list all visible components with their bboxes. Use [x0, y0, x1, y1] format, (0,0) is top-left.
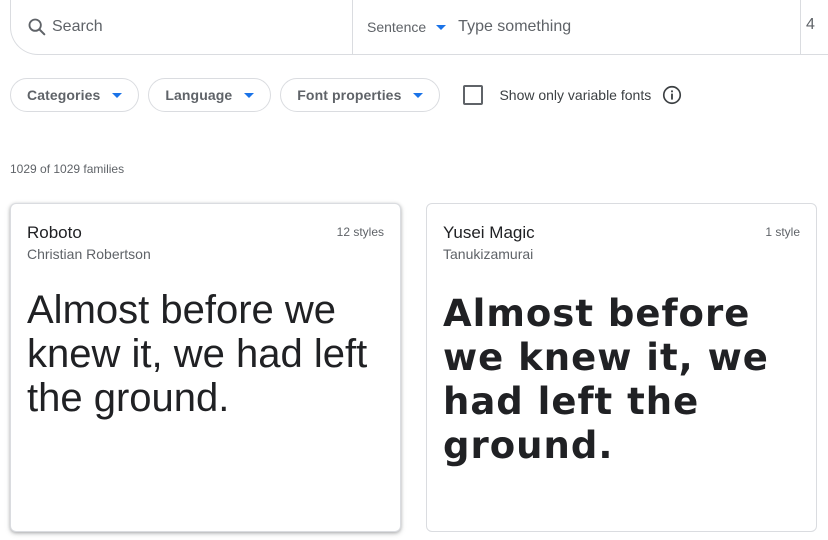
search-icon[interactable]	[26, 16, 48, 38]
font-designer: Christian Robertson	[27, 246, 151, 262]
categories-filter-chip[interactable]: Categories	[10, 78, 140, 112]
filter-bar: Categories Language Font properties Show…	[10, 78, 683, 112]
chip-label: Language	[165, 87, 233, 103]
caret-down-icon	[413, 92, 424, 98]
font-family-name: Roboto	[27, 223, 82, 242]
language-filter-chip[interactable]: Language	[148, 78, 272, 112]
preview-mode-dropdown[interactable]: Sentence	[367, 19, 447, 35]
variable-fonts-toggle[interactable]: Show only variable fonts	[463, 84, 683, 106]
caret-down-icon	[112, 92, 123, 98]
preview-mode-label: Sentence	[367, 19, 427, 35]
font-sample-text: Almost before we knew it, we had left th…	[443, 292, 769, 467]
variable-fonts-checkbox[interactable]	[463, 85, 484, 105]
font-family-name: Yusei Magic	[443, 223, 535, 242]
search-segment	[11, 0, 353, 54]
preview-segment: Sentence	[353, 0, 799, 54]
variable-fonts-label: Show only variable fonts	[499, 87, 652, 103]
results-count: 1029 of 1029 families	[10, 162, 125, 176]
font-properties-filter-chip[interactable]: Font properties	[280, 78, 441, 112]
chip-label: Font properties	[297, 87, 402, 103]
font-card[interactable]: Yusei Magic Tanukizamurai 1 style Almost…	[426, 203, 817, 532]
caret-down-icon	[436, 24, 447, 30]
font-size-icon[interactable]: 4	[806, 16, 815, 34]
preview-text-input[interactable]	[458, 18, 799, 36]
info-icon[interactable]	[661, 84, 683, 106]
search-input[interactable]	[52, 18, 332, 36]
caret-down-icon	[244, 92, 255, 98]
font-card[interactable]: Roboto Christian Robertson 12 styles Alm…	[10, 203, 401, 532]
font-style-count: 12 styles	[336, 225, 384, 239]
font-size-divider	[800, 0, 801, 55]
search-bar: Sentence	[10, 0, 828, 55]
font-designer: Tanukizamurai	[443, 246, 534, 262]
font-style-count: 1 style	[765, 225, 800, 239]
font-sample-text: Almost before we knew it, we had left th…	[27, 288, 368, 420]
chip-label: Categories	[27, 87, 101, 103]
